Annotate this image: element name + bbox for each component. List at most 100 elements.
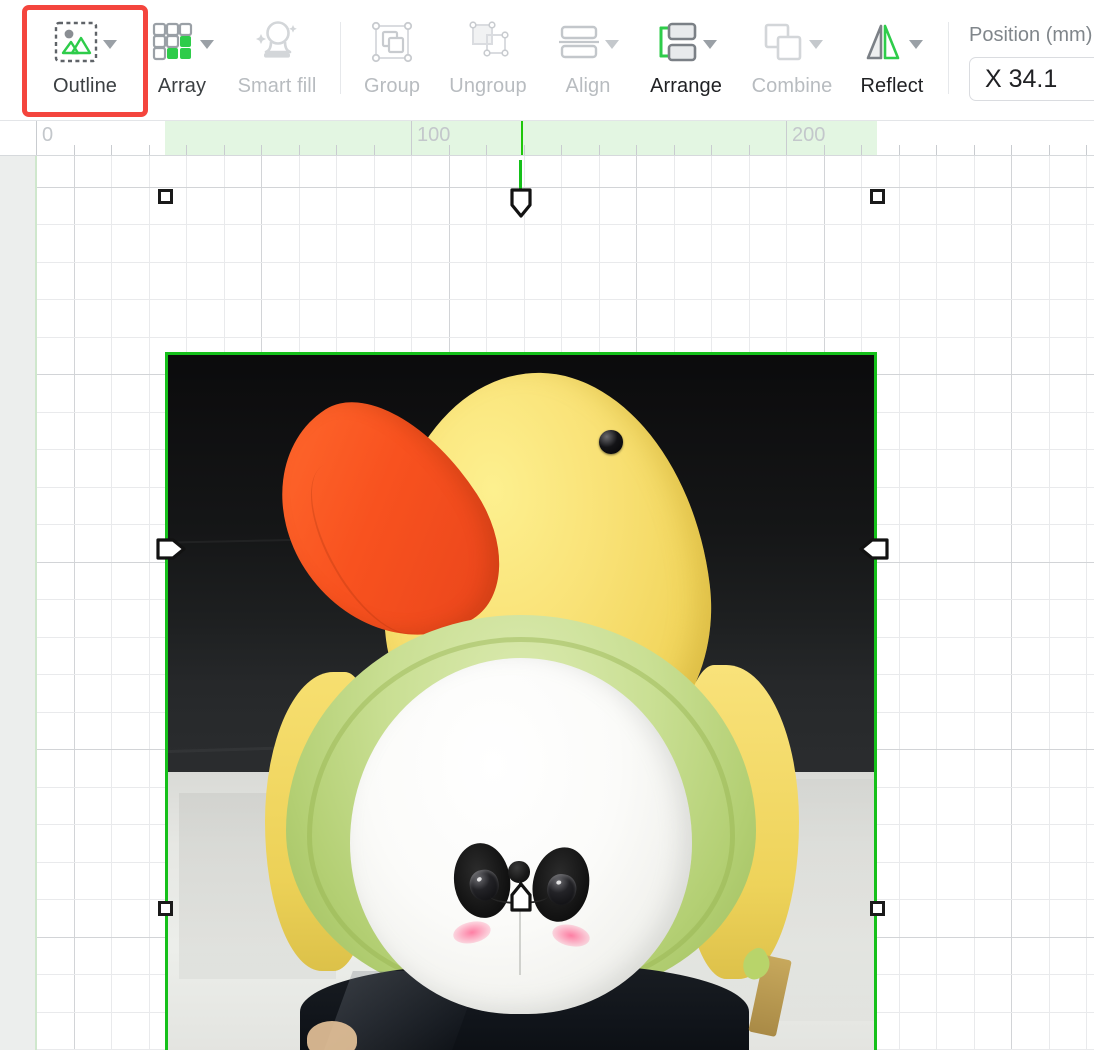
group-icon [370,21,414,68]
toolbar-label-group: Group [363,75,421,97]
smart-fill-icon [254,20,300,69]
reflect-icon-row [862,19,923,69]
toolbar-label-array: Array [157,75,207,97]
grid-line-horizontal [35,187,1094,188]
handle-top-left[interactable] [158,189,173,204]
toolbar-button-ungroup: Ungroup [436,8,540,113]
align-dropdown-caret-icon[interactable] [604,39,619,49]
grid-line-horizontal [35,224,1094,225]
toolbar-button-smart-fill[interactable]: Smart fill [225,8,329,113]
handle-top-center[interactable] [509,188,533,223]
grid-line-vertical [1049,156,1050,1050]
ruler-minor-tick [149,145,150,155]
arrange-icon [656,21,698,68]
handle-bottom-center[interactable] [509,882,533,917]
array-dropdown-caret-icon[interactable] [199,39,214,49]
toolbar-button-array[interactable]: Array [130,8,234,113]
combine-icon-row [762,19,823,69]
ruler-minor-tick [749,145,750,155]
grid-line-vertical [936,156,937,1050]
toolbar-button-combine: Combine [740,8,844,113]
handle-bottom-left[interactable] [158,901,173,916]
ruler-minor-tick [74,145,75,155]
grid-line-vertical [74,156,75,1050]
ungroup-icon [466,20,510,68]
design-canvas[interactable] [0,156,1094,1050]
reflect-dropdown-caret-icon[interactable] [908,39,923,49]
combine-icon [762,21,804,68]
ruler-minor-tick [561,145,562,155]
image-outline-icon [54,21,98,68]
ruler-minor-tick [336,145,337,155]
toolbar-button-outline[interactable]: Outline [33,8,137,113]
ruler-minor-tick [186,145,187,155]
handle-top-right[interactable] [870,189,885,204]
align-icon-row [558,19,619,69]
position-x-input[interactable]: X 34.1 [969,57,1094,101]
ruler-minor-tick [1049,145,1050,155]
toolbar-label-combine: Combine [751,75,833,97]
ruler-minor-tick [261,145,262,155]
handle-middle-left[interactable] [156,537,186,566]
panda-eye-glint-right [556,880,562,886]
ruler-minor-tick [224,145,225,155]
combine-dropdown-caret-icon[interactable] [808,39,823,49]
main-toolbar: Outline Array Smart fill Group Ungroup A… [0,0,1094,121]
panda-pupil-right [544,871,579,908]
group-icon-row [370,19,414,69]
grid-line-vertical [1011,156,1012,1050]
ruler-minor-tick [861,145,862,155]
ruler-minor-tick [974,145,975,155]
arrange-dropdown-caret-icon[interactable] [702,39,717,49]
ruler-minor-tick [599,145,600,155]
panda-eye-left [448,839,517,922]
array-icon-row [151,19,214,69]
selected-image-object[interactable] [165,352,877,1050]
panda-eye-right [527,842,595,926]
ruler-label-0: 0 [42,124,54,146]
toolbar-button-reflect[interactable]: Reflect [840,8,944,113]
ruler-cursor-indicator [521,121,523,155]
plush-toy-photo [165,352,877,1050]
toolbar-label-outline: Outline [52,75,118,97]
grid-line-vertical [899,156,900,1050]
ruler-minor-tick [1086,145,1087,155]
canvas-left-gutter [0,156,35,1050]
arrange-icon-row [656,19,717,69]
toolbar-button-arrange[interactable]: Arrange [634,8,738,113]
panda-paw [307,1021,358,1050]
array-grid-icon [151,21,195,68]
position-panel: Position (mm) X 34.1 [969,24,1094,101]
ruler-minor-tick [636,145,637,155]
grid-line-vertical [974,156,975,1050]
ruler-label-200: 200 [792,124,826,146]
ruler-minor-tick [1011,145,1012,155]
position-panel-label: Position (mm) [969,24,1093,46]
canvas-material-edge [35,156,37,1050]
ruler-minor-tick [299,145,300,155]
outline-icon-row [54,19,117,69]
horizontal-ruler[interactable]: 0 100 200 [0,121,1094,156]
toolbar-divider-2 [948,22,949,94]
ruler-minor-tick [936,145,937,155]
ruler-label-100: 100 [417,124,451,146]
ruler-minor-tick [486,145,487,155]
panda-eye-glint-left [476,877,483,883]
grid-line-horizontal [35,262,1094,263]
smart-fill-icon-row [254,19,300,69]
ruler-minor-tick [674,145,675,155]
design-app-window: Outline Array Smart fill Group Ungroup A… [0,0,1094,1050]
toolbar-label-arrange: Arrange [650,75,722,97]
duck-eye [599,430,623,454]
outline-dropdown-caret-icon[interactable] [102,39,117,49]
grid-line-horizontal [35,337,1094,338]
toolbar-button-group: Group [340,8,444,113]
grid-line-horizontal [35,299,1094,300]
handle-middle-right[interactable] [859,537,889,566]
toolbar-label-ungroup: Ungroup [449,75,527,97]
ruler-minor-tick [711,145,712,155]
ruler-minor-tick [374,145,375,155]
toolbar-label-reflect: Reflect [860,75,924,97]
handle-bottom-right[interactable] [870,901,885,916]
reflect-icon [862,21,904,68]
